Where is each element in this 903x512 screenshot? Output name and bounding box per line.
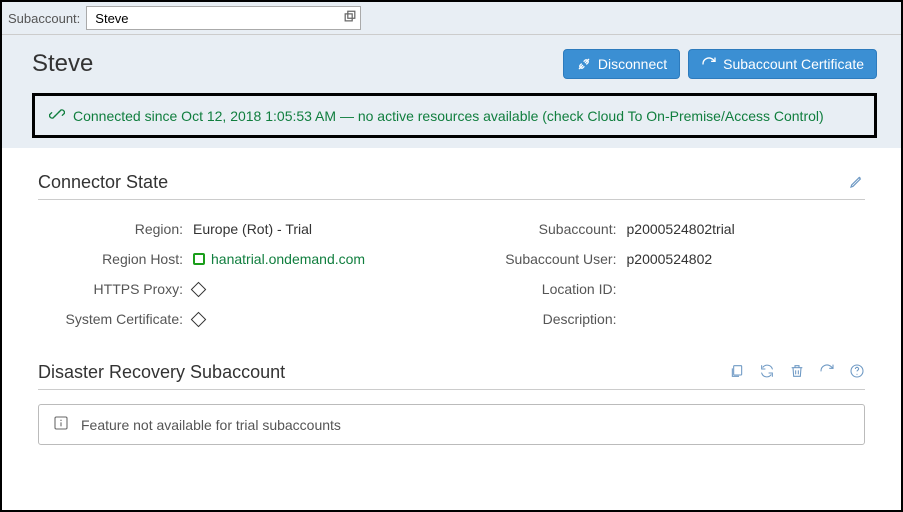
connection-status-bar: Connected since Oct 12, 2018 1:05:53 AM … xyxy=(32,93,877,138)
disaster-recovery-info: Feature not available for trial subaccou… xyxy=(38,404,865,445)
https-proxy-value xyxy=(193,284,204,295)
help-icon[interactable] xyxy=(849,363,865,382)
subaccount-label: Subaccount: xyxy=(8,11,80,26)
edit-icon[interactable] xyxy=(849,173,865,192)
subaccount-user-label: Subaccount User: xyxy=(472,251,627,267)
diamond-icon xyxy=(191,311,207,327)
subaccount-user-value: p2000524802 xyxy=(627,251,713,267)
header-area: Steve Disconnect xyxy=(2,35,901,148)
subaccount-certificate-button-label: Subaccount Certificate xyxy=(723,56,864,72)
connector-state-title: Connector State xyxy=(38,172,168,193)
disconnect-button-label: Disconnect xyxy=(598,56,667,72)
subaccount-field-value: p2000524802trial xyxy=(627,221,735,237)
disaster-recovery-info-text: Feature not available for trial subaccou… xyxy=(81,417,341,433)
copy-icon[interactable] xyxy=(729,363,745,382)
description-label: Description: xyxy=(472,311,627,327)
trash-icon[interactable] xyxy=(789,363,805,382)
sync-icon[interactable] xyxy=(759,363,775,382)
status-square-icon xyxy=(193,253,205,265)
disconnect-icon xyxy=(576,56,592,72)
connector-right-column: Subaccount: p2000524802trial Subaccount … xyxy=(472,214,866,334)
subaccount-topbar: Subaccount: xyxy=(2,2,901,35)
connection-status-text: Connected since Oct 12, 2018 1:05:53 AM … xyxy=(73,108,824,124)
subaccount-field-label: Subaccount: xyxy=(472,221,627,237)
subaccount-certificate-button[interactable]: Subaccount Certificate xyxy=(688,49,877,79)
reload-icon[interactable] xyxy=(819,363,835,382)
region-host-value[interactable]: hanatrial.ondemand.com xyxy=(193,251,365,267)
disaster-recovery-header: Disaster Recovery Subaccount xyxy=(38,362,865,390)
page-title: Steve xyxy=(32,50,93,78)
info-icon xyxy=(53,415,69,434)
subaccount-input[interactable] xyxy=(86,6,361,30)
popout-icon[interactable] xyxy=(343,10,357,27)
https-proxy-label: HTTPS Proxy: xyxy=(38,281,193,297)
region-host-label: Region Host: xyxy=(38,251,193,267)
disaster-recovery-title: Disaster Recovery Subaccount xyxy=(38,362,285,383)
system-certificate-value xyxy=(193,314,204,325)
refresh-icon xyxy=(701,56,717,72)
content-area: Connector State Region: Europe (Rot) - T… xyxy=(2,148,901,469)
region-label: Region: xyxy=(38,221,193,237)
region-host-text: hanatrial.ondemand.com xyxy=(211,251,365,267)
location-id-label: Location ID: xyxy=(472,281,627,297)
connector-left-column: Region: Europe (Rot) - Trial Region Host… xyxy=(38,214,432,334)
disconnect-button[interactable]: Disconnect xyxy=(563,49,680,79)
region-value: Europe (Rot) - Trial xyxy=(193,221,312,237)
connected-icon xyxy=(49,106,65,125)
system-certificate-label: System Certificate: xyxy=(38,311,193,327)
connector-state-header: Connector State xyxy=(38,172,865,200)
diamond-icon xyxy=(191,281,207,297)
